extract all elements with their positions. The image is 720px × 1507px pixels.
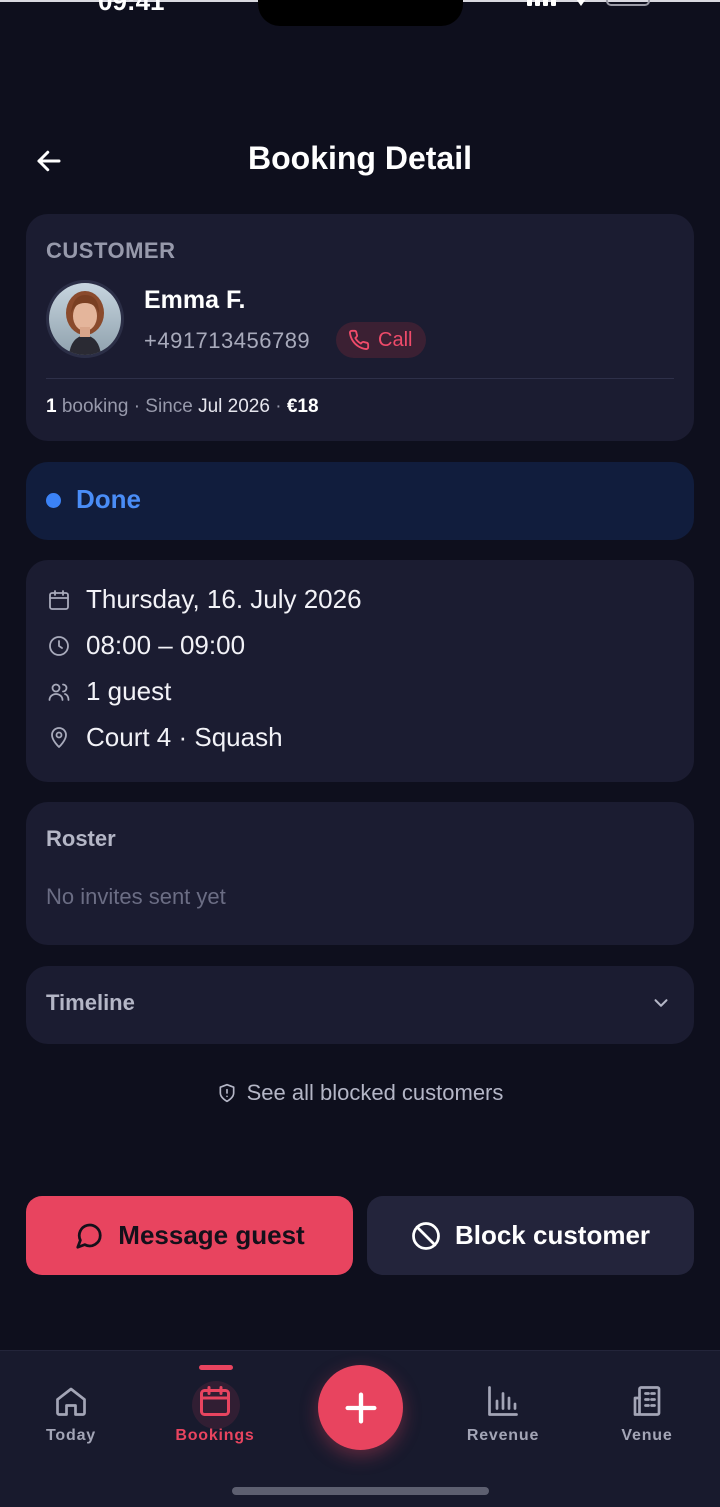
shield-icon <box>219 1083 235 1103</box>
detail-guests: 1 guest <box>46 676 171 707</box>
phone-icon <box>349 329 370 350</box>
call-button[interactable]: Call <box>336 322 427 358</box>
tab-revenue[interactable]: Revenue <box>443 1383 563 1445</box>
timeline-title: Timeline <box>46 990 135 1015</box>
status-badge: Done <box>76 484 141 514</box>
add-booking-button[interactable] <box>318 1365 403 1450</box>
header: Booking Detail <box>0 128 720 192</box>
battery-icon <box>606 0 650 6</box>
bookings-count: 1 <box>46 396 57 417</box>
status-icons <box>527 0 650 8</box>
wifi-icon <box>576 0 586 6</box>
home-icon <box>56 1387 86 1416</box>
page-title: Booking Detail <box>247 140 472 176</box>
customer-name: Emma F. <box>144 286 246 314</box>
signal-icon <box>527 0 556 6</box>
timeline-card[interactable]: Timeline <box>26 966 694 1044</box>
active-tab-indicator <box>199 1365 233 1370</box>
roster-card: Roster No invites sent yet <box>26 802 694 945</box>
status-dot <box>46 493 61 508</box>
customer-stats: 1 booking · Since Jul 2026 · €18 <box>46 396 319 417</box>
message-guest-button[interactable]: Message guest <box>26 1196 353 1275</box>
tab-bar: Today Bookings Revenue Venue <box>0 1350 720 1507</box>
users-icon <box>46 679 72 705</box>
notch <box>258 0 463 26</box>
plus-icon <box>345 1392 376 1423</box>
clock-icon <box>46 633 72 659</box>
divider <box>46 378 674 379</box>
detail-date: Thursday, 16. July 2026 <box>46 584 362 615</box>
tab-venue[interactable]: Venue <box>587 1383 707 1445</box>
map-pin-icon <box>46 725 72 751</box>
tab-today[interactable]: Today <box>11 1383 131 1445</box>
customer-since: Jul 2026 <box>198 396 270 417</box>
call-label: Call <box>378 328 413 351</box>
customer-phone: +491713456789 <box>144 328 311 353</box>
bar-chart-icon <box>488 1386 518 1416</box>
customer-total: €18 <box>286 396 319 417</box>
status-bar: 09:41 <box>0 0 720 40</box>
customer-card: CUSTOMER Emma F. +491713456789 Call 1 bo… <box>26 214 694 441</box>
calendar-icon <box>200 1386 230 1416</box>
chevron-down-icon <box>654 999 668 1007</box>
customer-section-label: CUSTOMER <box>46 238 176 263</box>
status-time: 09:41 <box>98 0 165 16</box>
roster-title: Roster <box>46 826 116 851</box>
tab-bookings[interactable]: Bookings <box>155 1383 275 1445</box>
avatar <box>46 280 124 358</box>
ban-icon <box>412 1221 440 1250</box>
building-icon <box>633 1386 661 1416</box>
message-circle-icon <box>76 1223 102 1249</box>
see-blocked-customers-link[interactable]: See all blocked customers <box>0 1080 720 1106</box>
status-card: Done <box>26 462 694 540</box>
booking-details-card: Thursday, 16. July 2026 08:00 – 09:00 1 … <box>26 560 694 782</box>
roster-empty-text: No invites sent yet <box>46 884 226 909</box>
calendar-icon <box>46 587 72 613</box>
home-indicator <box>232 1487 489 1495</box>
detail-time: 08:00 – 09:00 <box>46 630 245 661</box>
block-customer-button[interactable]: Block customer <box>367 1196 694 1275</box>
detail-location: Court 4 · Squash <box>46 722 283 753</box>
